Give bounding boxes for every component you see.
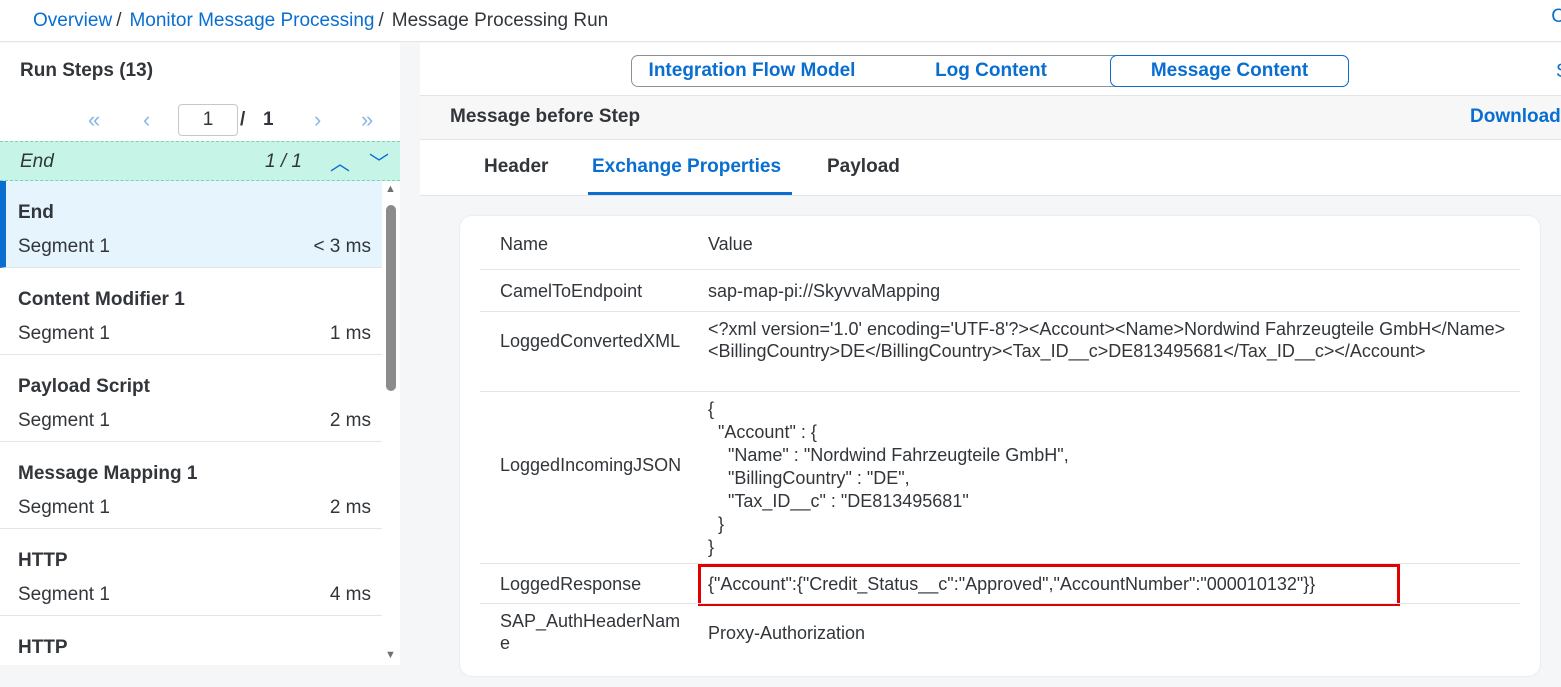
next-page-icon[interactable]: › <box>314 106 321 134</box>
content-area: Name Value CamelToEndpoint sap-map-pi://… <box>420 196 1561 676</box>
scroll-up-icon[interactable]: ▲ <box>385 183 396 195</box>
message-panel: Integration Flow Model Log Content Messa… <box>420 43 1561 676</box>
scroll-thumb[interactable] <box>386 205 396 391</box>
property-name: LoggedIncomingJSON <box>500 455 682 475</box>
first-page-icon[interactable]: « <box>88 106 100 134</box>
highlight-box <box>698 564 1400 606</box>
scroll-down-icon[interactable]: ▼ <box>385 649 396 661</box>
property-value: sap-map-pi://SkyvvaMapping <box>708 281 941 301</box>
property-name: SAP_AuthHeaderName <box>500 611 681 653</box>
content-tab-bar: Header Exchange Properties Payload <box>420 140 1561 196</box>
tab-header[interactable]: Header <box>484 156 548 178</box>
pager-total: 1 <box>263 109 274 130</box>
step-duration: 2 ms <box>329 497 371 518</box>
tab-integration-flow-model[interactable]: Integration Flow Model <box>632 56 872 86</box>
download-button[interactable]: Download <box>1470 106 1561 128</box>
breadcrumb-monitor-link[interactable]: Monitor Message Processing <box>129 10 374 32</box>
chevron-up-icon[interactable]: ︿ <box>330 147 350 176</box>
filter-count: 1 / 1 <box>265 151 302 172</box>
step-duration: < 3 ms <box>313 236 371 257</box>
step-segment: Segment 1 <box>18 497 110 518</box>
step-item-http[interactable]: HTTP Segment 1 4 ms <box>0 529 382 616</box>
table-row: LoggedIncomingJSON { "Account" : { "Name… <box>480 391 1520 563</box>
step-segment: Segment 1 <box>18 236 110 257</box>
run-steps-panel: Run Steps (13) « ‹ / 1 › » End 1 / 1 ︿ ﹀… <box>0 43 400 665</box>
step-list: End Segment 1 < 3 ms Content Modifier 1 … <box>0 181 382 665</box>
breadcrumb-overview-link[interactable]: Overview <box>33 10 112 32</box>
step-item-payload-script[interactable]: Payload Script Segment 1 2 ms <box>0 355 382 442</box>
run-steps-title: Run Steps (13) <box>20 60 154 81</box>
step-name: End <box>18 202 54 223</box>
tab-message-content[interactable]: Message Content <box>1110 55 1349 87</box>
column-header-value: Value <box>708 234 753 254</box>
breadcrumb-separator: / <box>116 9 122 31</box>
last-page-icon[interactable]: » <box>361 106 373 134</box>
property-value: { "Account" : { "Name" : "Nordwind Fahrz… <box>708 399 1069 557</box>
tab-payload[interactable]: Payload <box>827 156 900 178</box>
step-item-end[interactable]: End Segment 1 < 3 ms <box>0 181 382 268</box>
property-name: LoggedConvertedXML <box>500 331 681 351</box>
table-row: SAP_AuthHeaderName Proxy-Authorization <box>480 603 1520 661</box>
step-segment: Segment 1 <box>18 584 110 605</box>
table-row: LoggedConvertedXML <?xml version='1.0' e… <box>480 311 1520 391</box>
step-filter-bar: End 1 / 1 ︿ ﹀ <box>0 141 400 181</box>
breadcrumb-separator: / <box>378 9 384 31</box>
step-duration: 1 ms <box>329 323 371 344</box>
properties-card: Name Value CamelToEndpoint sap-map-pi://… <box>460 216 1540 676</box>
tab-exchange-properties[interactable]: Exchange Properties <box>592 156 781 178</box>
filter-label: End <box>20 151 54 172</box>
message-title: Message before Step <box>450 106 641 127</box>
step-item-content-modifier[interactable]: Content Modifier 1 Segment 1 1 ms <box>0 268 382 355</box>
step-name: Content Modifier 1 <box>18 289 185 310</box>
view-segmented-control: Integration Flow Model Log Content Messa… <box>631 55 1349 87</box>
tab-log-content[interactable]: Log Content <box>872 56 1110 86</box>
step-list-scrollbar[interactable]: ▲ ▼ <box>382 181 400 665</box>
message-header: Message before Step Download <box>420 95 1561 140</box>
side-action-icon[interactable]: S <box>1556 61 1561 83</box>
table-row: CamelToEndpoint sap-map-pi://SkyvvaMappi… <box>480 269 1520 311</box>
step-duration: 4 ms <box>329 584 371 605</box>
table-row: LoggedResponse {"Account":{"Credit_Statu… <box>480 563 1520 606</box>
header-action-icon[interactable]: C <box>1551 6 1561 28</box>
step-item-message-mapping[interactable]: Message Mapping 1 Segment 1 2 ms <box>0 442 382 529</box>
step-name: HTTP <box>18 550 68 571</box>
breadcrumb-current: Message Processing Run <box>391 9 609 31</box>
breadcrumb: Overview / Monitor Message Processing / … <box>0 0 1561 42</box>
step-segment: Segment 1 <box>18 323 110 344</box>
active-tab-indicator <box>588 192 792 195</box>
property-name: LoggedResponse <box>500 574 642 594</box>
page-number-input[interactable] <box>178 104 238 136</box>
step-name: Message Mapping 1 <box>18 463 198 484</box>
column-header-name: Name <box>500 234 549 254</box>
step-segment: Segment 1 <box>18 410 110 431</box>
prev-page-icon[interactable]: ‹ <box>143 106 150 134</box>
property-value: Proxy-Authorization <box>708 623 866 643</box>
step-pager: « ‹ / 1 › » <box>0 104 400 138</box>
property-value: <?xml version='1.0' encoding='UTF-8'?><A… <box>708 319 1506 361</box>
step-item-http-2[interactable]: HTTP <box>0 616 382 665</box>
step-name: Payload Script <box>18 376 150 397</box>
pager-slash: / <box>240 109 246 130</box>
step-duration: 2 ms <box>329 410 371 431</box>
chevron-down-icon[interactable]: ﹀ <box>369 147 389 176</box>
property-name: CamelToEndpoint <box>500 281 643 301</box>
step-name: HTTP <box>18 637 68 658</box>
